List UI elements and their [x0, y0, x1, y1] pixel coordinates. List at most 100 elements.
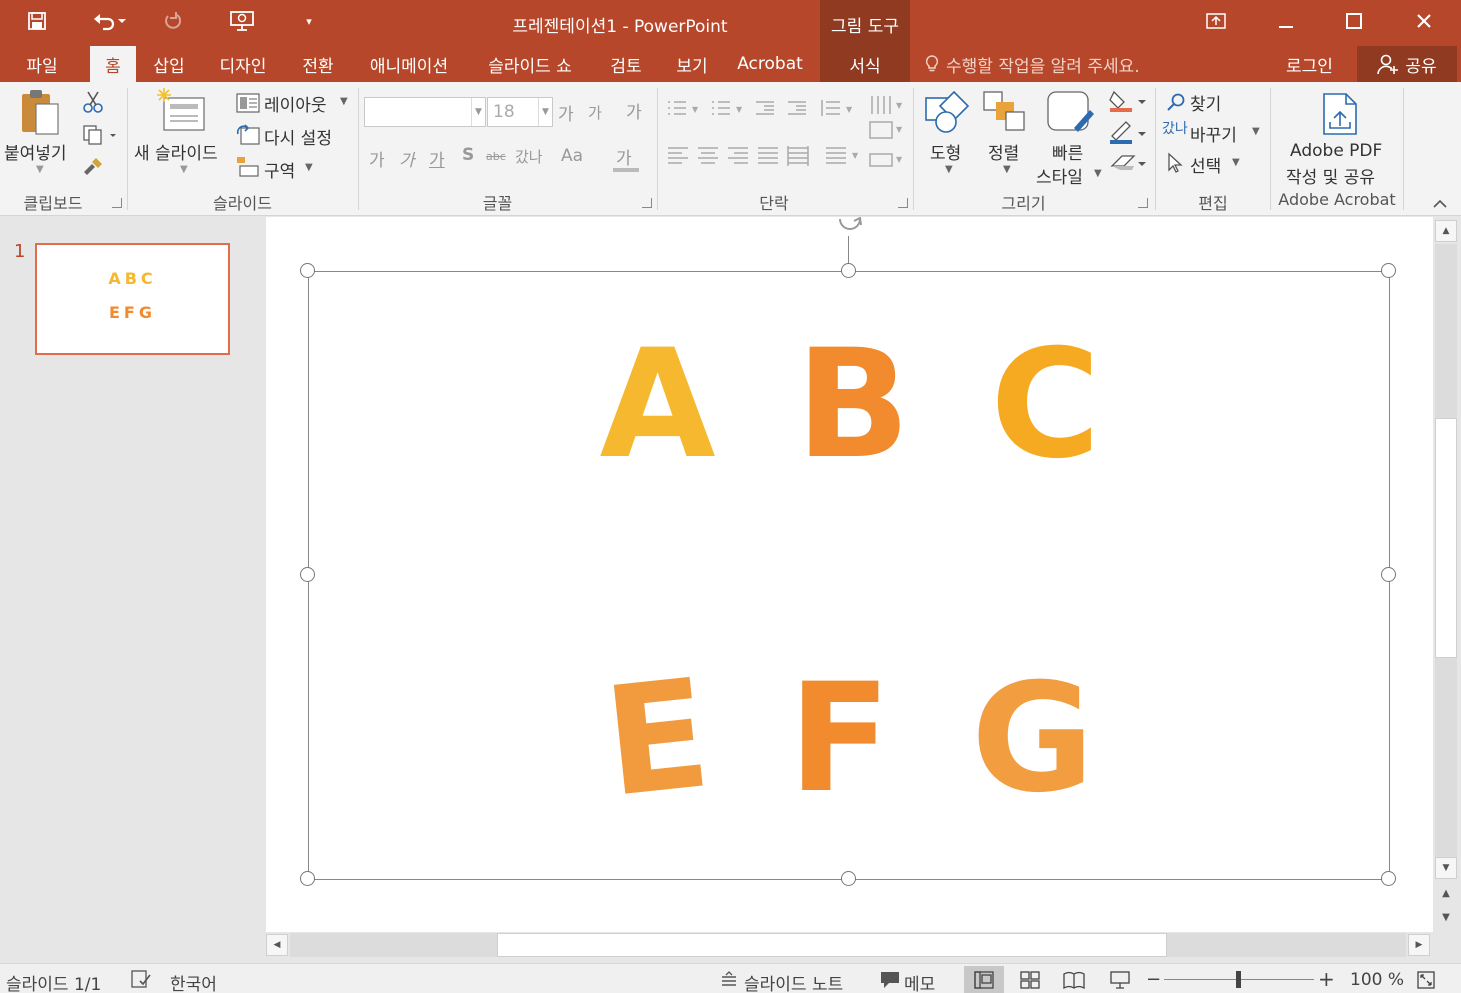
format-painter-icon[interactable] [82, 154, 106, 182]
shadow-button[interactable]: S [462, 145, 474, 165]
login-link[interactable]: 로그인 [1286, 46, 1333, 82]
find-button[interactable]: 찾기 [1190, 90, 1221, 115]
new-slide-icon[interactable] [156, 88, 206, 138]
tab-design[interactable]: 디자인 [206, 46, 280, 82]
share-button[interactable]: 공유 [1357, 46, 1457, 82]
new-slide-dropdown-icon[interactable]: ▼ [180, 164, 188, 175]
scroll-right-icon[interactable]: ▶ [1408, 934, 1430, 956]
tab-home[interactable]: 홈 [90, 46, 136, 82]
strikethrough-button[interactable]: abc [486, 150, 506, 163]
paragraph-launcher[interactable] [898, 198, 908, 208]
resize-handle-right[interactable] [1381, 567, 1396, 582]
select-dropdown-icon[interactable]: ▼ [1232, 157, 1240, 168]
font-size-combo[interactable]: 18 ▼ [487, 97, 553, 127]
tab-animations[interactable]: 애니메이션 [358, 46, 460, 82]
create-pdf-label-2[interactable]: 작성 및 공유 [1286, 163, 1375, 188]
paste-button[interactable]: 붙여넣기 [4, 139, 67, 164]
change-case-button[interactable]: Aa [561, 146, 583, 166]
minimize-icon[interactable] [1266, 6, 1306, 36]
tab-insert[interactable]: 삽입 [140, 46, 198, 82]
quick-styles-label-1[interactable]: 빠른 [1052, 139, 1083, 164]
shape-effects-icon[interactable] [1108, 150, 1148, 180]
font-launcher[interactable] [642, 198, 652, 208]
normal-view-icon[interactable] [964, 966, 1004, 993]
section-icon[interactable] [236, 156, 260, 182]
select-button[interactable]: 선택 [1190, 152, 1221, 177]
resize-handle-top-right[interactable] [1381, 263, 1396, 278]
redo-icon[interactable] [158, 6, 188, 36]
spelling-check-icon[interactable] [130, 969, 152, 993]
reset-icon[interactable] [236, 124, 260, 150]
zoom-out-icon[interactable]: − [1146, 969, 1161, 990]
grow-font-button[interactable]: 가 [558, 100, 574, 125]
layout-icon[interactable] [236, 93, 260, 117]
section-dropdown-icon[interactable]: ▼ [305, 162, 313, 173]
tab-format[interactable]: 서식 [820, 46, 910, 82]
tab-acrobat[interactable]: Acrobat [730, 46, 810, 82]
collapse-ribbon-icon[interactable] [1432, 194, 1448, 213]
scroll-left-icon[interactable]: ◀ [266, 934, 288, 956]
shape-fill-icon[interactable] [1108, 88, 1148, 118]
comments-button[interactable]: 메모 [904, 970, 935, 993]
zoom-slider-thumb[interactable] [1236, 971, 1241, 988]
shapes-button[interactable]: 도형 [930, 139, 961, 164]
character-spacing-button[interactable]: 갔나 [515, 146, 543, 167]
picture-selection-frame[interactable]: A B C E F G [308, 271, 1390, 880]
maximize-icon[interactable] [1334, 6, 1374, 36]
scroll-down-icon[interactable]: ▼ [1435, 857, 1457, 879]
replace-dropdown-icon[interactable]: ▼ [1252, 126, 1260, 137]
layout-button[interactable]: 레이아웃 [264, 91, 327, 116]
notes-button[interactable]: 슬라이드 노트 [744, 970, 843, 993]
resize-handle-left[interactable] [300, 567, 315, 582]
slide-thumbnail[interactable]: ABC EFG [35, 243, 230, 355]
notes-icon[interactable] [720, 971, 738, 993]
next-slide-icon[interactable]: ▼ [1435, 906, 1457, 928]
tell-me-search[interactable]: 수행할 작업을 알려 주세요. [924, 46, 1140, 82]
zoom-in-icon[interactable]: + [1318, 967, 1335, 991]
create-pdf-label-1[interactable]: Adobe PDF [1290, 141, 1382, 161]
select-icon[interactable] [1166, 152, 1184, 178]
quick-styles-icon[interactable] [1046, 90, 1096, 140]
tab-file[interactable]: 파일 [12, 46, 72, 82]
shrink-font-button[interactable]: 가 [588, 102, 602, 123]
previous-slide-icon[interactable]: ▲ [1435, 882, 1457, 904]
reading-view-icon[interactable] [1054, 966, 1094, 993]
customize-qat-icon[interactable]: ▾ [298, 6, 320, 36]
slide-sorter-view-icon[interactable] [1010, 966, 1050, 993]
comments-icon[interactable] [880, 971, 900, 993]
slideshow-view-icon[interactable] [1100, 966, 1140, 993]
tab-slideshow[interactable]: 슬라이드 쇼 [472, 46, 588, 82]
shapes-icon[interactable] [924, 90, 972, 140]
font-color-button[interactable]: 가 [616, 144, 632, 169]
replace-button[interactable]: 바꾸기 [1190, 121, 1237, 146]
save-icon[interactable] [22, 6, 52, 36]
resize-handle-top[interactable] [841, 263, 856, 278]
shapes-dropdown-icon[interactable]: ▼ [945, 164, 953, 175]
language-indicator[interactable]: 한국어 [170, 970, 217, 993]
clipboard-launcher[interactable] [112, 198, 122, 208]
copy-icon[interactable] [82, 124, 118, 150]
layout-dropdown-icon[interactable]: ▼ [340, 96, 348, 107]
reset-button[interactable]: 다시 설정 [264, 124, 332, 149]
section-button[interactable]: 구역 [264, 157, 295, 182]
replace-icon[interactable]: 갔나 [1162, 118, 1188, 138]
underline-button[interactable]: 가 [429, 146, 445, 171]
horizontal-scroll-thumb[interactable] [497, 933, 1167, 957]
paste-dropdown-icon[interactable]: ▼ [36, 164, 44, 175]
quick-styles-label-2[interactable]: 스타일 [1036, 163, 1083, 188]
quick-styles-dropdown-icon[interactable]: ▼ [1094, 168, 1102, 179]
resize-handle-bottom[interactable] [841, 871, 856, 886]
italic-button[interactable]: 가 [399, 146, 415, 171]
resize-handle-bottom-right[interactable] [1381, 871, 1396, 886]
scroll-up-icon[interactable]: ▲ [1435, 220, 1457, 242]
undo-icon[interactable] [84, 6, 134, 36]
close-icon[interactable] [1404, 6, 1444, 36]
create-pdf-icon[interactable] [1320, 92, 1360, 140]
ribbon-display-options-icon[interactable] [1196, 6, 1236, 36]
bold-button[interactable]: 가 [369, 146, 385, 171]
resize-handle-top-left[interactable] [300, 263, 315, 278]
arrange-button[interactable]: 정렬 [988, 139, 1019, 164]
zoom-level[interactable]: 100 % [1350, 970, 1404, 990]
paragraph-controls[interactable]: ▼ ▼ ▼ ▼ ▼ ▼ ▼ [664, 96, 904, 186]
cut-icon[interactable] [82, 90, 104, 118]
